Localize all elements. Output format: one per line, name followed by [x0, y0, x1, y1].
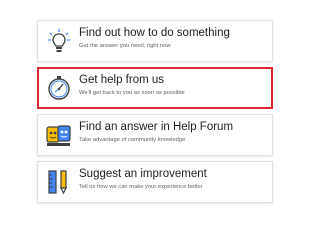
community-faces-icon — [46, 125, 71, 146]
option-title: Find out how to do something — [79, 27, 230, 39]
option-suggest-improvement[interactable]: Suggest an improvement Tell us how we ca… — [37, 161, 273, 203]
option-title: Get help from us — [79, 74, 165, 86]
pencil-ruler-icon — [48, 170, 67, 195]
option-title: Find an answer in Help Forum — [79, 121, 234, 133]
lightbulb-icon — [48, 29, 70, 52]
option-find-how-to[interactable]: Find out how to do something Get the ans… — [37, 20, 273, 62]
option-get-help[interactable]: Get help from us We'll get back to you a… — [37, 67, 273, 109]
option-subtitle: Take advantage of community knowledge — [79, 137, 186, 143]
stopwatch-icon — [48, 76, 70, 100]
option-help-forum[interactable]: Find an answer in Help Forum Take advant… — [37, 114, 273, 156]
option-subtitle: We'll get back to you as soon as possibl… — [79, 90, 185, 96]
option-title: Suggest an improvement — [79, 168, 207, 180]
option-subtitle: Tell us how we can make your experience … — [79, 184, 203, 190]
option-subtitle: Get the answer you need, right now — [79, 43, 171, 49]
